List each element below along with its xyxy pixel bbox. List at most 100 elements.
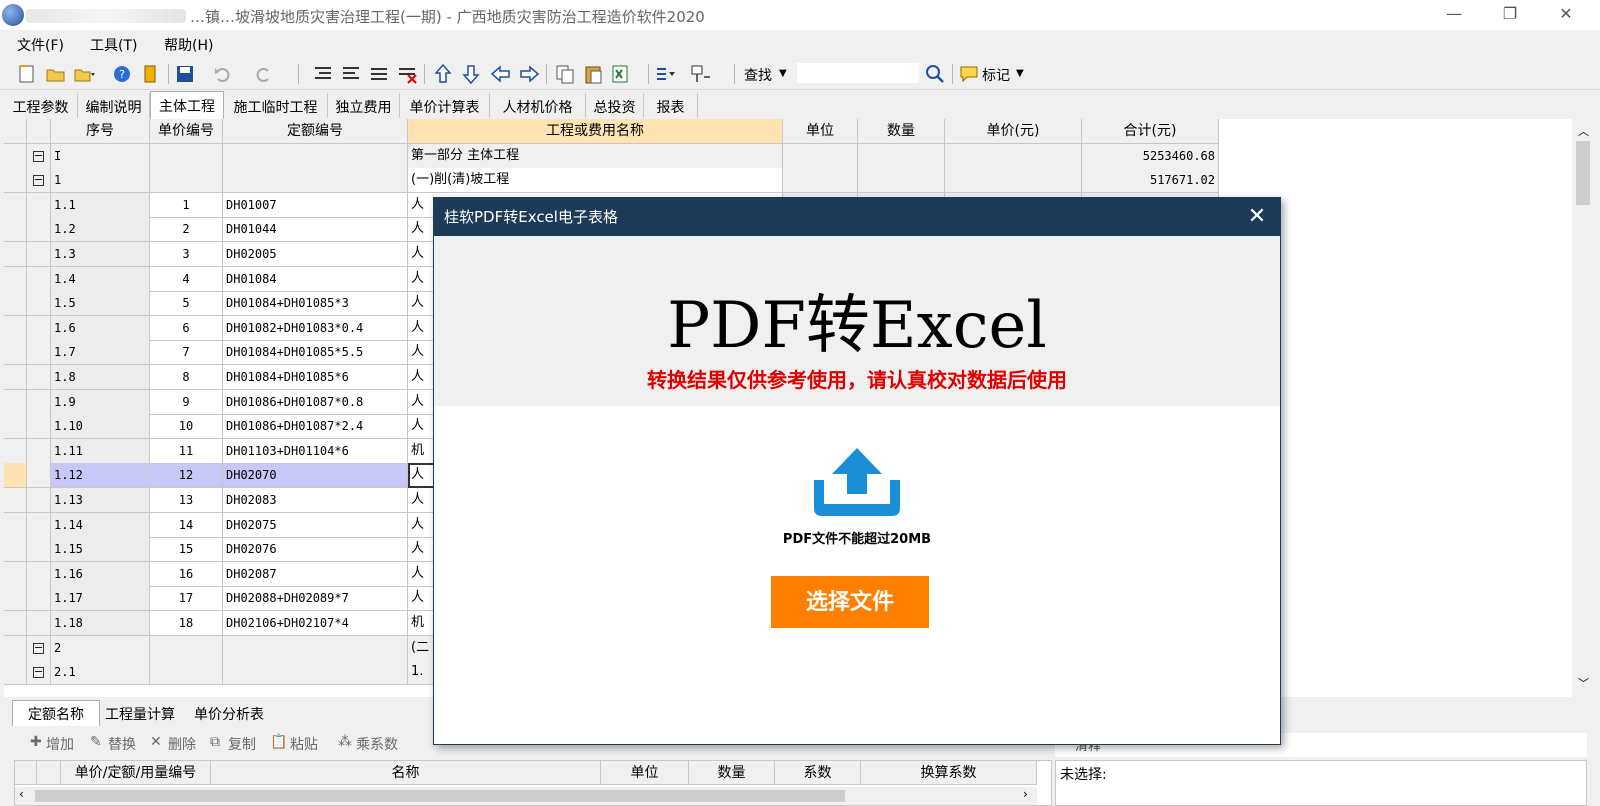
- move-up-icon[interactable]: [432, 63, 454, 85]
- header-total[interactable]: 合计(元): [1082, 119, 1219, 144]
- cell-code[interactable]: DH01044: [223, 217, 408, 243]
- row-selector[interactable]: [4, 414, 27, 440]
- minimize-button[interactable]: —: [1431, 0, 1477, 30]
- row-selector[interactable]: [4, 217, 27, 243]
- header-quota-code[interactable]: 定额编号: [223, 119, 408, 144]
- cell-seq[interactable]: 1.3: [51, 242, 150, 267]
- find-dropdown-arrow-icon[interactable]: ▼: [779, 68, 787, 79]
- cell-code[interactable]: [223, 635, 408, 661]
- detail-horizontal-scrollbar[interactable]: ‹ ›: [15, 787, 1037, 805]
- row-selector[interactable]: [4, 611, 27, 636]
- export-excel-icon[interactable]: [610, 63, 632, 85]
- cell-num[interactable]: 13: [150, 488, 223, 513]
- detail-header-code[interactable]: 单价/定额/用量编号: [61, 761, 211, 785]
- row-selector[interactable]: [4, 463, 27, 489]
- insert-row-icon[interactable]: [368, 63, 390, 85]
- cell-total[interactable]: 5253460.68: [1082, 143, 1219, 169]
- expand-toggle[interactable]: −: [27, 143, 51, 169]
- cell-seq[interactable]: 2.1: [51, 660, 150, 686]
- delete-button[interactable]: 删除: [168, 734, 196, 754]
- row-selector[interactable]: [4, 488, 27, 513]
- tab-quantity-calc[interactable]: 工程量计算: [105, 702, 189, 726]
- cell-unit[interactable]: [783, 143, 858, 169]
- scroll-up-icon[interactable]: ︿: [1578, 123, 1589, 139]
- help-icon[interactable]: ?: [111, 63, 133, 85]
- delete-row-icon[interactable]: [396, 63, 418, 85]
- upload-icon[interactable]: [808, 446, 906, 518]
- undo-icon[interactable]: [212, 63, 234, 85]
- save-icon[interactable]: [174, 63, 196, 85]
- row-selector[interactable]: [4, 561, 27, 587]
- cell-num[interactable]: 9: [150, 389, 223, 415]
- cell-code[interactable]: DH02076: [223, 537, 408, 563]
- cell-seq[interactable]: 1.17: [51, 586, 150, 612]
- collapse-icon[interactable]: −: [33, 642, 44, 654]
- expand-toggle[interactable]: −: [27, 168, 51, 194]
- row-selector[interactable]: [4, 168, 27, 194]
- cell-qty[interactable]: [858, 168, 945, 194]
- cell-num[interactable]: 15: [150, 537, 223, 563]
- cell-seq[interactable]: 1.18: [51, 611, 150, 636]
- menu-help[interactable]: 帮助(H): [164, 35, 213, 55]
- detail-header-unit[interactable]: 单位: [601, 761, 689, 785]
- cell-seq[interactable]: 1.7: [51, 340, 150, 366]
- cell-num[interactable]: 11: [150, 438, 223, 464]
- tab-main-works[interactable]: 主体工程: [150, 91, 224, 119]
- cell-num[interactable]: 16: [150, 561, 223, 587]
- bookmark-icon[interactable]: [139, 63, 161, 85]
- cell-num[interactable]: [150, 143, 223, 169]
- cell-code[interactable]: DH01084+DH01085*5.5: [223, 340, 408, 366]
- layout-dropdown-icon[interactable]: [690, 63, 712, 85]
- expand-toggle[interactable]: [27, 512, 51, 538]
- header-unit[interactable]: 单位: [783, 119, 858, 144]
- tab-independent-costs[interactable]: 独立费用: [328, 93, 400, 118]
- cell-num[interactable]: 17: [150, 586, 223, 612]
- row-selector[interactable]: [4, 192, 27, 218]
- cell-code[interactable]: [223, 168, 408, 194]
- open-dropdown-icon[interactable]: [73, 63, 95, 85]
- mark-icon[interactable]: [958, 63, 980, 85]
- detail-header-quantity[interactable]: 数量: [689, 761, 775, 785]
- cell-num[interactable]: 5: [150, 291, 223, 317]
- cell-total[interactable]: 517671.02: [1082, 168, 1219, 194]
- cell-seq[interactable]: 1.11: [51, 438, 150, 464]
- quota-detail-grid[interactable]: 单价/定额/用量编号 名称 单位 数量 系数 换算系数 ‹ ›: [14, 760, 1052, 806]
- tab-total-investment[interactable]: 总投资: [586, 93, 644, 118]
- row-selector[interactable]: [4, 315, 27, 341]
- cell-num[interactable]: 12: [150, 463, 223, 489]
- cell-num[interactable]: [150, 635, 223, 661]
- copy-button[interactable]: 复制: [228, 734, 256, 754]
- cell-code[interactable]: [223, 143, 408, 169]
- cell-seq[interactable]: 1.1: [51, 192, 150, 218]
- replace-icon[interactable]: ✎: [90, 734, 102, 750]
- expand-toggle[interactable]: [27, 488, 51, 513]
- cell-num[interactable]: 2: [150, 217, 223, 243]
- find-dropdown[interactable]: 查找: [744, 65, 772, 85]
- expand-toggle[interactable]: −: [27, 660, 51, 686]
- expand-toggle[interactable]: [27, 266, 51, 292]
- cell-code[interactable]: DH01084+DH01085*6: [223, 365, 408, 390]
- cell-code[interactable]: DH01007: [223, 192, 408, 218]
- collapse-icon[interactable]: −: [33, 150, 44, 162]
- expand-toggle[interactable]: [27, 242, 51, 267]
- scroll-thumb[interactable]: [1576, 141, 1590, 205]
- new-file-icon[interactable]: [16, 63, 38, 85]
- multiply-coefficient-button[interactable]: 乘系数: [356, 734, 398, 754]
- redo-icon[interactable]: [252, 63, 274, 85]
- scroll-down-icon[interactable]: ﹀: [1578, 675, 1589, 691]
- cell-num[interactable]: 8: [150, 365, 223, 390]
- paste-button[interactable]: 粘贴: [290, 734, 318, 754]
- cell-price[interactable]: [945, 143, 1082, 169]
- cell-code[interactable]: DH02088+DH02089*7: [223, 586, 408, 612]
- move-left-icon[interactable]: [490, 63, 512, 85]
- copy-small-icon[interactable]: ⧉: [210, 734, 220, 750]
- cell-name[interactable]: 第一部分 主体工程: [408, 143, 783, 169]
- add-button[interactable]: 增加: [46, 734, 74, 754]
- cell-unit[interactable]: [783, 168, 858, 194]
- mark-dropdown[interactable]: 标记: [982, 65, 1010, 85]
- cell-code[interactable]: [223, 660, 408, 686]
- cell-seq[interactable]: 1.2: [51, 217, 150, 243]
- cell-seq[interactable]: 1.15: [51, 537, 150, 563]
- cell-num[interactable]: 1: [150, 192, 223, 218]
- move-right-icon[interactable]: [518, 63, 540, 85]
